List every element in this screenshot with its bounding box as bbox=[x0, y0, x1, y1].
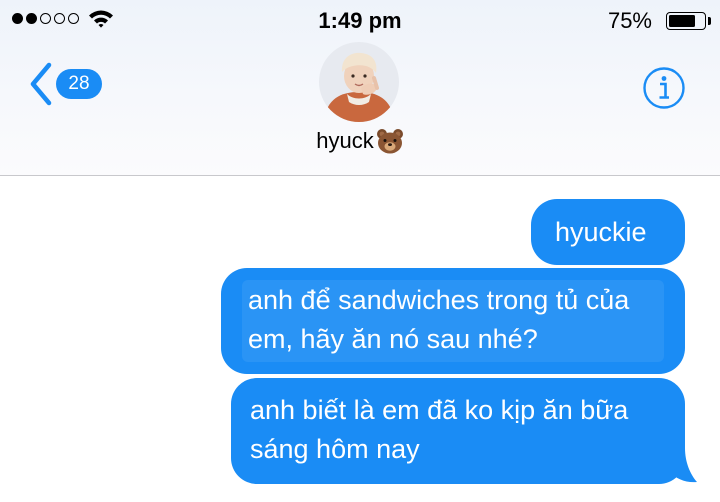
message-line: anh để sandwiches trong tủ của bbox=[248, 285, 630, 315]
info-circle-icon bbox=[643, 67, 685, 109]
bear-emoji-icon bbox=[376, 129, 403, 154]
messages-screen: 1:49 pm 75% 28 hyuck hyuckie anh để sand… bbox=[0, 0, 720, 502]
battery-icon bbox=[666, 12, 706, 30]
message-bubble[interactable]: hyuckie bbox=[531, 199, 685, 265]
battery-tip bbox=[708, 17, 711, 25]
info-button[interactable] bbox=[642, 66, 686, 115]
message-line: anh biết là em đã ko kịp ăn bữa bbox=[250, 395, 629, 425]
status-bar: 1:49 pm 75% bbox=[0, 0, 720, 42]
unread-count-badge: 28 bbox=[56, 69, 102, 99]
conversation-header: 1:49 pm 75% 28 hyuck bbox=[0, 0, 720, 176]
back-button[interactable]: 28 bbox=[28, 62, 102, 106]
battery-level bbox=[669, 15, 695, 27]
message-bubble[interactable]: anh biết là em đã ko kịp ăn bữa sáng hôm… bbox=[231, 378, 685, 484]
avatar-photo bbox=[319, 42, 399, 122]
bubble-tail bbox=[668, 448, 697, 483]
battery-percent: 75% bbox=[607, 8, 652, 33]
message-text-selection: anh để sandwiches trong tủ của em, hãy ă… bbox=[242, 280, 664, 362]
message-bubble[interactable]: anh để sandwiches trong tủ của em, hãy ă… bbox=[221, 268, 685, 374]
message-line: em, hãy ăn nó sau nhé? bbox=[248, 324, 538, 354]
chevron-left-icon bbox=[30, 62, 52, 106]
contact-name: hyuck bbox=[316, 128, 374, 153]
contact-avatar[interactable] bbox=[319, 42, 399, 122]
message-text: hyuckie bbox=[555, 217, 647, 247]
contact-name-row[interactable]: hyuck bbox=[0, 128, 720, 154]
message-line: sáng hôm nay bbox=[250, 434, 420, 464]
